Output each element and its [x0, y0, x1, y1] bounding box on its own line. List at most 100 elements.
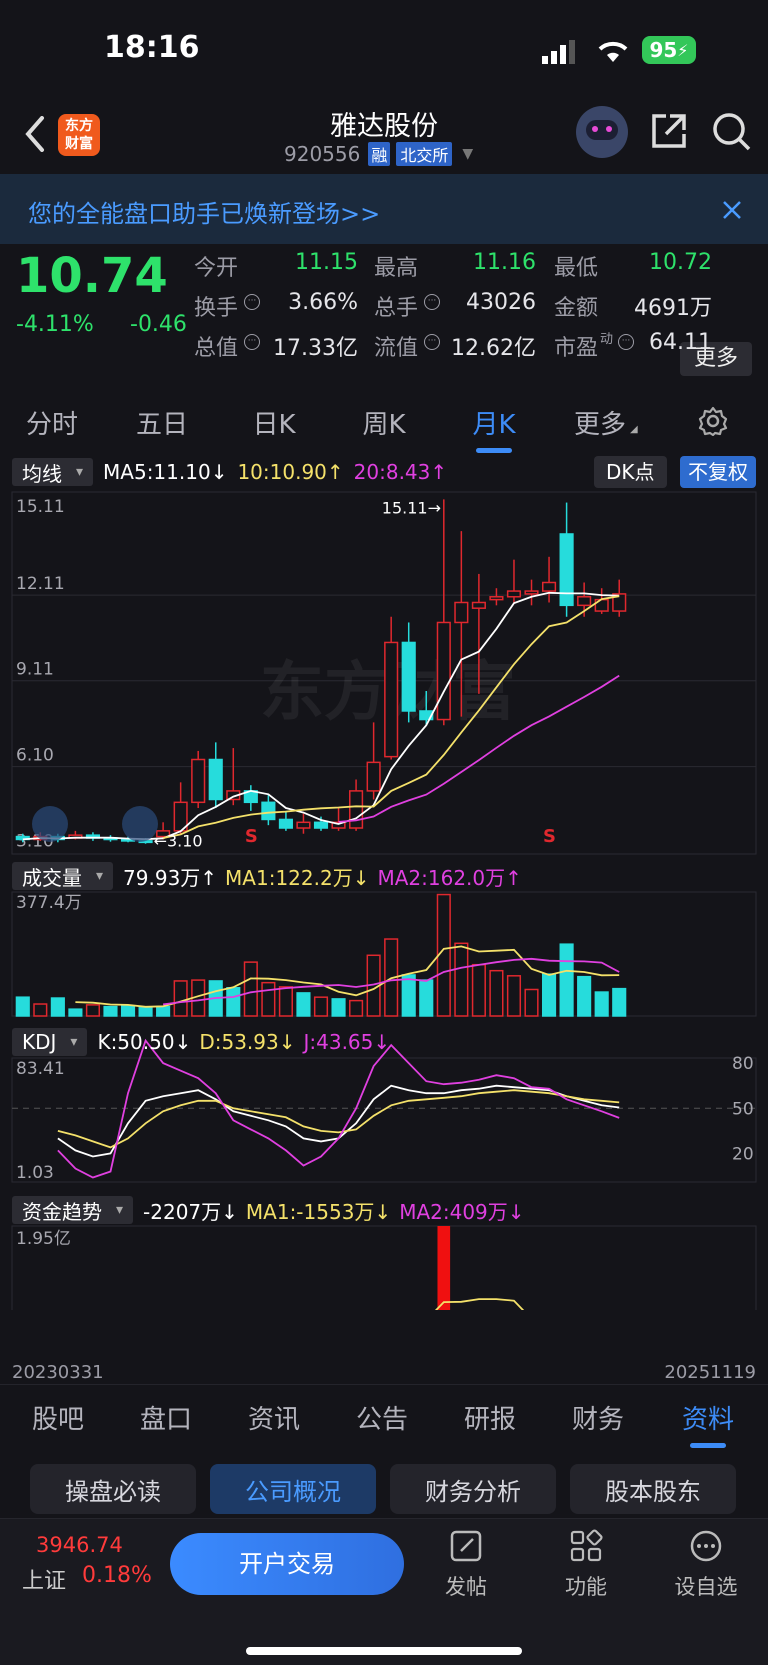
info-tab[interactable]: 资料 [664, 1399, 752, 1436]
volume-bar [173, 980, 188, 1017]
sub-tab[interactable]: 操盘必读 [30, 1464, 196, 1514]
volume-bar [68, 1008, 83, 1017]
assistant-banner[interactable]: 您的全能盘口助手已焕新登场>> [0, 174, 768, 244]
fund-dropdown[interactable]: 资金趋势 [12, 1196, 134, 1224]
volume-bar [559, 943, 574, 1017]
period-tab[interactable]: 分时 [12, 404, 92, 441]
watchlist-label: 设自选 [674, 1575, 738, 1599]
info-icon[interactable]: ··· [618, 334, 634, 350]
grid-icon [570, 1529, 603, 1562]
low-marker: ←3.10 [154, 831, 203, 850]
candle-body [541, 581, 557, 592]
info-tab[interactable]: 股吧 [14, 1399, 102, 1436]
chart-bubble-icon[interactable] [122, 806, 158, 842]
volume-bar [594, 991, 609, 1017]
search-icon[interactable] [712, 112, 752, 152]
chart-bubble-icon[interactable] [32, 806, 68, 842]
quote-label-sup: 动 [600, 332, 614, 347]
chart-svg[interactable]: 15.1112.119.116.103.10东方财富15.11→←3.10SS3… [0, 490, 768, 1310]
banner-text: 您的全能盘口助手已焕新登场>> [28, 200, 381, 228]
volume-dropdown[interactable]: 成交量 [12, 862, 114, 890]
period-tab[interactable]: 更多 [560, 404, 640, 441]
status-bar: 18:16 95 ⚡ [0, 0, 768, 100]
function-button[interactable]: 功能 [556, 1529, 616, 1601]
price-axis-label: 6.10 [16, 746, 54, 766]
chart-area[interactable]: 均线 MA5:11.10↓ 10:10.90↑ 20:8.43↑ DK点 不复权… [0, 452, 768, 1383]
volume-panel-frame [11, 891, 757, 1017]
candle-body [436, 621, 451, 721]
info-tab[interactable]: 盘口 [122, 1399, 210, 1436]
candle-body [559, 533, 574, 607]
settings-gear-icon[interactable] [698, 406, 728, 436]
fund-value: -2207万↓ [143, 1199, 238, 1224]
more-dots-icon [690, 1530, 722, 1562]
candle-body [577, 596, 592, 607]
end-date: 20251119 [664, 1362, 756, 1383]
volume-bar [103, 1005, 118, 1017]
volume-bar [243, 961, 258, 1017]
info-icon[interactable]: ··· [424, 334, 440, 350]
quote-value: 3.66% [288, 290, 358, 315]
volume-bar [120, 1004, 136, 1017]
candle-body [296, 821, 311, 829]
stock-code-row[interactable]: 920556 融 北交所 ▼ [284, 142, 473, 166]
status-time: 18:16 [104, 30, 200, 65]
stock-code: 920556 [284, 142, 361, 166]
candle-body [208, 758, 223, 801]
signal-icon [542, 40, 575, 64]
assistant-robot-icon[interactable] [576, 106, 628, 158]
price-axis-label: 12.11 [16, 574, 65, 594]
volume-bar [577, 975, 592, 1017]
kdj-dropdown[interactable]: KDJ [12, 1028, 88, 1056]
ma-dropdown[interactable]: 均线 [12, 458, 94, 486]
candle-body [454, 601, 469, 624]
volume-bar [401, 974, 416, 1017]
quote-value: 43026 [466, 290, 536, 315]
volume-bar [541, 973, 557, 1017]
quote-value: 12.62亿 [451, 336, 536, 361]
info-tab[interactable]: 资讯 [230, 1399, 318, 1436]
period-tab[interactable]: 日K [234, 404, 314, 441]
volume-bar [489, 969, 504, 1017]
quote-label: 流值 [374, 336, 419, 361]
period-tab[interactable]: 周K [344, 404, 424, 441]
exchange-badge: 北交所 [396, 142, 453, 166]
volume-bar [506, 975, 522, 1017]
volume-bar [296, 992, 311, 1017]
period-tab[interactable]: 月K [454, 404, 534, 441]
volume-bar [349, 999, 364, 1017]
post-button[interactable]: 发帖 [436, 1529, 496, 1601]
sub-tab[interactable]: 公司概况 [210, 1464, 376, 1514]
trade-button[interactable]: 开户交易 [170, 1533, 404, 1595]
add-watchlist-button[interactable]: 设自选 [668, 1529, 744, 1601]
period-tab[interactable]: 五日 [122, 404, 202, 441]
dk-point-button[interactable]: DK点 [594, 456, 667, 488]
volume-bar [313, 996, 329, 1017]
quote-label: 换手 [194, 296, 239, 321]
volume-axis-label: 377.4万 [16, 893, 82, 913]
kdj-axis-top: 83.41 [16, 1059, 65, 1079]
info-icon[interactable]: ··· [244, 334, 260, 350]
info-tab[interactable]: 财务 [554, 1399, 642, 1436]
fund-bar [437, 1226, 451, 1310]
info-icon[interactable]: ··· [244, 294, 260, 310]
info-tabs: 股吧 盘口 资讯 公告 研报 财务 资料 [0, 1384, 768, 1450]
volume-bar [612, 987, 627, 1017]
share-icon[interactable] [650, 112, 688, 150]
sub-tab[interactable]: 股本股东 [570, 1464, 736, 1514]
close-icon[interactable] [722, 200, 742, 220]
quote-label: 总手 [374, 296, 419, 321]
volume-bar [138, 1006, 153, 1017]
info-tab[interactable]: 公告 [338, 1399, 426, 1436]
info-icon[interactable]: ··· [424, 294, 440, 310]
candle-body [489, 596, 504, 601]
sub-tab[interactable]: 财务分析 [390, 1464, 556, 1514]
period-tabs: 分时 五日 日K 周K 月K 更多 ◢ [0, 386, 768, 456]
margin-badge: 融 [368, 142, 391, 166]
no-adjust-button[interactable]: 不复权 [680, 456, 756, 488]
info-tab[interactable]: 研报 [446, 1399, 534, 1436]
fund-axis-top: 1.95亿 [16, 1229, 71, 1249]
post-label: 发帖 [445, 1575, 487, 1599]
volume-bar [261, 981, 276, 1017]
fund-ma1-line [434, 1298, 525, 1310]
